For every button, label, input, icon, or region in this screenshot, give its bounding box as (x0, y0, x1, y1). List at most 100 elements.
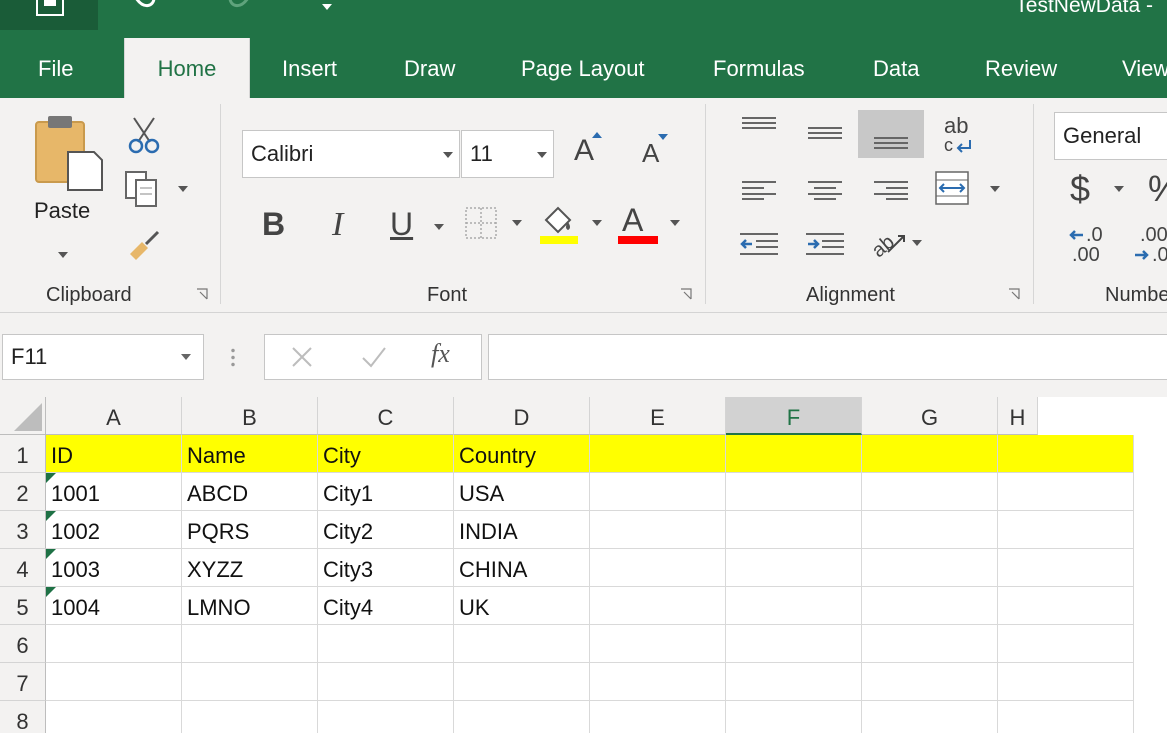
cell-d4[interactable]: CHINA (454, 549, 590, 587)
align-center-icon[interactable] (808, 180, 842, 200)
font-color-button[interactable]: A (616, 202, 684, 248)
cell-h7[interactable] (998, 663, 1134, 701)
column-header-a[interactable]: A (46, 397, 182, 435)
cell-h2[interactable] (998, 473, 1134, 511)
tab-review[interactable]: Review (985, 38, 1057, 98)
row-header-2[interactable]: 2 (0, 473, 46, 511)
increase-decimal-button[interactable]: .0 .00 (1068, 224, 1108, 268)
save-button[interactable] (0, 0, 98, 30)
cell-h6[interactable] (998, 625, 1134, 663)
cell-c1[interactable]: City (318, 435, 454, 473)
cell-c2[interactable]: City1 (318, 473, 454, 511)
cell-a1[interactable]: ID (46, 435, 182, 473)
font-size-dropdown[interactable]: 11 (461, 130, 554, 178)
borders-button[interactable] (464, 206, 528, 246)
tab-view[interactable]: View (1122, 38, 1167, 98)
cell-f4[interactable] (726, 549, 862, 587)
copy-button[interactable] (124, 170, 194, 210)
customize-toolbar-button[interactable] (316, 0, 340, 30)
cell-e7[interactable] (590, 663, 726, 701)
tab-formulas[interactable]: Formulas (713, 38, 805, 98)
cell-c7[interactable] (318, 663, 454, 701)
cell-d1[interactable]: Country (454, 435, 590, 473)
bold-button[interactable]: B (258, 202, 292, 246)
cell-g4[interactable] (862, 549, 998, 587)
cut-button[interactable] (126, 116, 166, 156)
cell-h1[interactable] (998, 435, 1134, 473)
column-header-b[interactable]: B (182, 397, 318, 435)
align-top-icon[interactable] (742, 116, 776, 132)
increase-font-size-button[interactable]: A (572, 132, 606, 176)
cell-h8[interactable] (998, 701, 1134, 733)
cell-a3[interactable]: 1002 (46, 511, 182, 549)
column-header-g[interactable]: G (862, 397, 998, 435)
column-header-f[interactable]: F (726, 397, 862, 435)
column-header-h[interactable]: H (998, 397, 1038, 435)
row-header-6[interactable]: 6 (0, 625, 46, 663)
column-header-e[interactable]: E (590, 397, 726, 435)
cancel-icon[interactable] (291, 346, 313, 368)
decrease-decimal-button[interactable]: .00 .0 (1134, 224, 1167, 268)
cell-b1[interactable]: Name (182, 435, 318, 473)
cell-e5[interactable] (590, 587, 726, 625)
cell-e3[interactable] (590, 511, 726, 549)
orientation-button[interactable]: ab (868, 222, 926, 266)
increase-indent-icon[interactable] (806, 232, 844, 256)
cell-f2[interactable] (726, 473, 862, 511)
tab-home[interactable]: Home (124, 38, 250, 98)
enter-check-icon[interactable] (361, 346, 387, 368)
merge-center-button[interactable] (934, 170, 1004, 210)
select-all-button[interactable] (0, 397, 46, 435)
column-header-d[interactable]: D (454, 397, 590, 435)
cell-b8[interactable] (182, 701, 318, 733)
decrease-indent-icon[interactable] (740, 232, 778, 256)
row-header-5[interactable]: 5 (0, 587, 46, 625)
align-left-icon[interactable] (742, 180, 776, 200)
tab-draw[interactable]: Draw (404, 38, 455, 98)
wrap-text-button[interactable]: ab c (940, 115, 980, 156)
cell-c3[interactable]: City2 (318, 511, 454, 549)
cell-b7[interactable] (182, 663, 318, 701)
align-middle-icon[interactable] (808, 126, 842, 142)
cell-h3[interactable] (998, 511, 1134, 549)
cell-h4[interactable] (998, 549, 1134, 587)
name-box[interactable]: F11 (2, 334, 204, 380)
cell-e1[interactable] (590, 435, 726, 473)
row-header-4[interactable]: 4 (0, 549, 46, 587)
paste-button[interactable]: Paste (20, 112, 106, 272)
cell-b3[interactable]: PQRS (182, 511, 318, 549)
decrease-font-size-button[interactable]: A (640, 134, 674, 176)
cell-d7[interactable] (454, 663, 590, 701)
cell-d8[interactable] (454, 701, 590, 733)
font-name-dropdown[interactable]: Calibri (242, 130, 460, 178)
tab-page-layout[interactable]: Page Layout (521, 38, 645, 98)
number-format-dropdown[interactable]: General (1054, 112, 1167, 160)
formula-input[interactable] (488, 334, 1167, 380)
column-header-c[interactable]: C (318, 397, 454, 435)
format-painter-button[interactable] (126, 228, 166, 264)
percent-style-button[interactable]: % (1146, 168, 1167, 212)
tab-data[interactable]: Data (873, 38, 919, 98)
cell-f3[interactable] (726, 511, 862, 549)
row-header-1[interactable]: 1 (0, 435, 46, 473)
cell-d6[interactable] (454, 625, 590, 663)
cell-h5[interactable] (998, 587, 1134, 625)
cell-f7[interactable] (726, 663, 862, 701)
cell-b4[interactable]: XYZZ (182, 549, 318, 587)
cell-f1[interactable] (726, 435, 862, 473)
cell-e6[interactable] (590, 625, 726, 663)
cell-g2[interactable] (862, 473, 998, 511)
fill-color-button[interactable] (538, 202, 606, 248)
row-header-7[interactable]: 7 (0, 663, 46, 701)
tab-insert[interactable]: Insert (282, 38, 337, 98)
align-bottom-button[interactable] (858, 110, 924, 158)
cell-f5[interactable] (726, 587, 862, 625)
dialog-launcher-icon[interactable] (1008, 288, 1020, 300)
cell-e2[interactable] (590, 473, 726, 511)
cell-b6[interactable] (182, 625, 318, 663)
dialog-launcher-icon[interactable] (680, 288, 692, 300)
align-right-icon[interactable] (874, 180, 908, 200)
cell-g6[interactable] (862, 625, 998, 663)
underline-button[interactable]: U (386, 202, 450, 246)
insert-function-button[interactable]: fx (431, 339, 450, 369)
